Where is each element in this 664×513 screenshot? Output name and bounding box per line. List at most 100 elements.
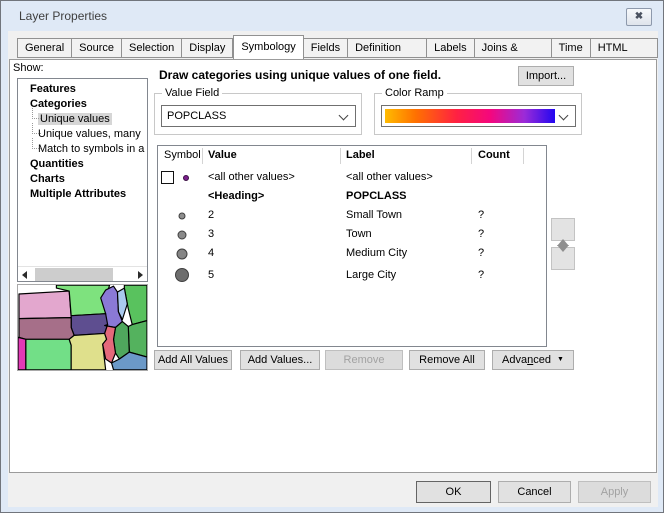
count-cell: ?	[478, 228, 484, 240]
tab-selection[interactable]: Selection	[122, 38, 182, 58]
tree-item-features[interactable]: Features	[18, 82, 147, 97]
tab-definition-query[interactable]: Definition Query	[348, 38, 427, 58]
column-divider	[202, 148, 203, 164]
label-cell[interactable]: POPCLASS	[346, 190, 407, 202]
column-header-symbol[interactable]: Symbol	[164, 149, 201, 161]
table-row-large-city[interactable]: 5 Large City ?	[158, 263, 546, 287]
scroll-right-icon[interactable]	[132, 267, 147, 282]
cancel-button[interactable]: Cancel	[498, 481, 571, 503]
value-field-label: Value Field	[162, 87, 222, 99]
import-button[interactable]: Import...	[518, 66, 574, 86]
state-south-dakota	[19, 291, 71, 319]
unique-values-table[interactable]: Symbol Value Label Count	[157, 145, 547, 347]
horizontal-scrollbar[interactable]	[18, 266, 147, 281]
tab-labels[interactable]: Labels	[427, 38, 474, 58]
tree-item-multiple-attributes[interactable]: Multiple Attributes	[18, 187, 147, 202]
point-symbol-icon[interactable]	[172, 225, 192, 244]
column-divider	[340, 148, 341, 164]
move-down-button[interactable]	[551, 247, 575, 270]
symbol-cell[interactable]	[158, 225, 202, 244]
value-field-dropdown[interactable]: POPCLASS	[161, 105, 356, 127]
show-label: Show:	[13, 62, 44, 74]
chevron-down-icon[interactable]	[559, 111, 569, 121]
tree-item-label: Unique values, many	[38, 128, 141, 140]
column-header-count[interactable]: Count	[478, 149, 510, 161]
tab-time[interactable]: Time	[552, 38, 591, 58]
tree-item-charts[interactable]: Charts	[18, 172, 147, 187]
symbol-cell[interactable]	[158, 244, 202, 263]
value-cell[interactable]: 2	[208, 209, 214, 221]
color-ramp-swatch	[385, 109, 555, 123]
tab-html-popup[interactable]: HTML Popup	[591, 38, 658, 58]
value-cell[interactable]: <Heading>	[208, 190, 264, 202]
scrollbar-thumb[interactable]	[35, 268, 113, 281]
up-arrow-icon	[557, 222, 569, 240]
tab-source[interactable]: Source	[72, 38, 122, 58]
advanced-dropdown-button[interactable]: Advanced▼	[492, 350, 574, 370]
all-other-values-checkbox[interactable]	[161, 171, 174, 184]
label-cell[interactable]: <all other values>	[346, 171, 433, 183]
page-heading: Draw categories using unique values of o…	[159, 68, 441, 82]
state-colorado-edge	[18, 337, 26, 369]
label-cell[interactable]: Large City	[346, 269, 396, 281]
label-cell[interactable]: Town	[346, 228, 372, 240]
tree-item-quantities[interactable]: Quantities	[18, 157, 147, 172]
point-symbol-icon[interactable]	[172, 206, 192, 225]
tab-symbology[interactable]: Symbology	[233, 35, 303, 59]
table-row-small-town[interactable]: 2 Small Town ?	[158, 206, 546, 225]
tab-fields[interactable]: Fields	[304, 38, 348, 58]
chevron-down-icon[interactable]	[339, 111, 349, 121]
tab-display[interactable]: Display	[182, 38, 233, 58]
column-header-value[interactable]: Value	[208, 149, 237, 161]
column-divider	[523, 148, 524, 164]
state-michigan	[124, 285, 147, 324]
map-preview-svg	[18, 285, 147, 370]
table-header-row: Symbol Value Label Count	[158, 146, 546, 166]
count-cell: ?	[478, 209, 484, 221]
point-symbol-icon[interactable]	[171, 263, 193, 287]
label-cell[interactable]: Medium City	[346, 247, 407, 259]
value-cell[interactable]: 4	[208, 247, 214, 259]
table-row-all-other-values[interactable]: <all other values> <all other values>	[158, 168, 546, 187]
tree-item-match-symbols[interactable]: Match to symbols in a	[18, 142, 147, 157]
count-cell: ?	[478, 247, 484, 259]
label-cell[interactable]: Small Town	[346, 209, 402, 221]
table-row-medium-city[interactable]: 4 Medium City ?	[158, 244, 546, 263]
remove-button: Remove	[325, 350, 403, 370]
symbol-cell[interactable]	[158, 206, 202, 225]
tree-branch-line	[32, 123, 41, 134]
state-nebraska	[19, 318, 74, 340]
state-kansas	[26, 339, 71, 370]
state-iowa	[71, 314, 107, 336]
value-cell[interactable]: <all other values>	[208, 171, 295, 183]
count-cell: ?	[478, 269, 484, 281]
tab-general[interactable]: General	[17, 38, 72, 58]
color-ramp-dropdown[interactable]	[381, 105, 576, 127]
tab-joins-relates[interactable]: Joins & Relates	[475, 38, 552, 58]
column-header-label[interactable]: Label	[346, 149, 375, 161]
ok-button[interactable]: OK	[416, 481, 491, 503]
title-bar[interactable]: Layer Properties ✖	[1, 1, 663, 31]
symbol-cell[interactable]	[158, 168, 202, 187]
add-values-button[interactable]: Add Values...	[240, 350, 320, 370]
dropdown-caret-icon: ▼	[557, 356, 564, 363]
point-symbol-icon[interactable]	[180, 172, 192, 184]
move-up-button[interactable]	[551, 218, 575, 241]
state-ohio-edge	[128, 321, 147, 357]
value-field-group: Value Field POPCLASS	[154, 93, 362, 135]
tree-branch-line	[32, 138, 41, 149]
add-all-values-button[interactable]: Add All Values	[154, 350, 232, 370]
color-ramp-label: Color Ramp	[382, 87, 447, 99]
down-arrow-icon	[557, 252, 569, 270]
table-row-town[interactable]: 3 Town ?	[158, 225, 546, 244]
value-cell[interactable]: 5	[208, 269, 214, 281]
state-missouri	[69, 333, 106, 369]
remove-all-button[interactable]: Remove All	[409, 350, 485, 370]
point-symbol-icon[interactable]	[172, 244, 192, 263]
table-row-heading[interactable]: <Heading> POPCLASS	[158, 187, 546, 206]
scroll-left-icon[interactable]	[18, 267, 33, 282]
close-icon[interactable]: ✖	[626, 8, 652, 26]
value-cell[interactable]: 3	[208, 228, 214, 240]
symbol-cell[interactable]	[158, 263, 202, 282]
show-tree[interactable]: Features Categories Unique values Unique…	[17, 78, 148, 282]
